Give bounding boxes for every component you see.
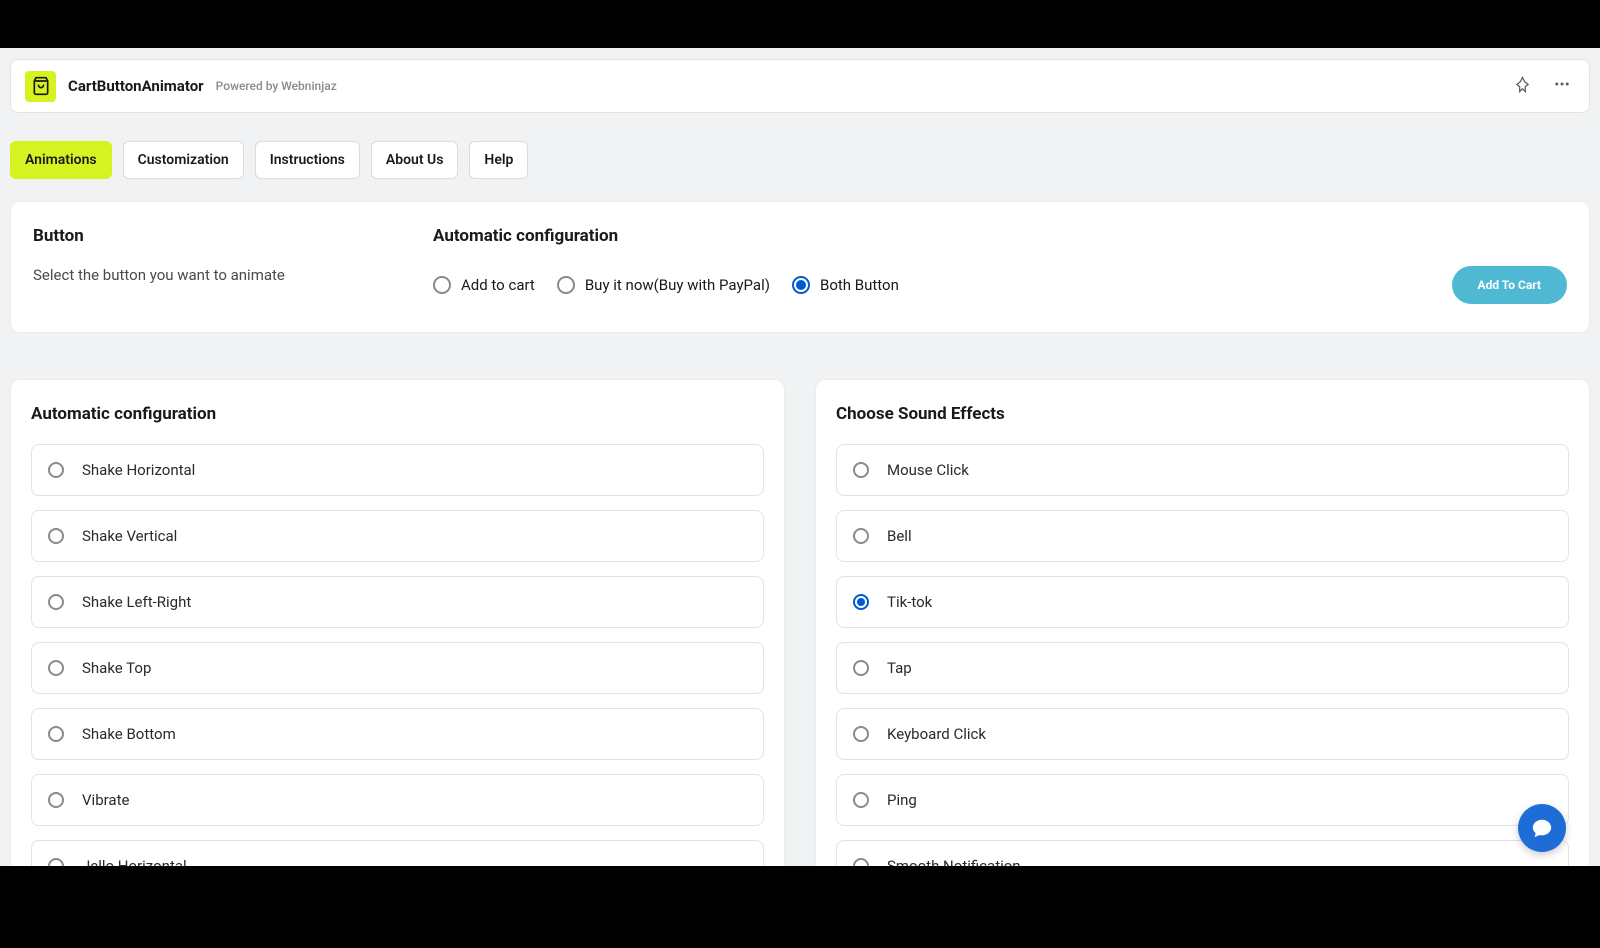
sound-option[interactable]: Mouse Click xyxy=(836,444,1569,496)
radio-icon xyxy=(853,858,869,866)
animation-option[interactable]: Shake Top xyxy=(31,642,764,694)
animation-option-label: Vibrate xyxy=(82,791,129,809)
sound-option[interactable]: Tap xyxy=(836,642,1569,694)
sound-option[interactable]: Smooth Notification xyxy=(836,840,1569,866)
animation-option[interactable]: Shake Horizontal xyxy=(31,444,764,496)
sound-option[interactable]: Bell xyxy=(836,510,1569,562)
animation-option-label: Shake Vertical xyxy=(82,527,177,545)
tabs-row: Animations Customization Instructions About… xyxy=(10,141,1590,179)
auto-config-radio-row: Add to cart Buy it now(Buy with PayPal) Bo… xyxy=(433,266,1567,304)
auto-config-section: Automatic configuration Add to cart Buy i… xyxy=(433,226,1567,304)
radio-label: Buy it now(Buy with PayPal) xyxy=(585,276,770,294)
animation-option-list: Shake Horizontal Shake Vertical Shake Left… xyxy=(31,444,764,866)
button-choice-radio[interactable]: Add to cart xyxy=(433,276,535,294)
radio-icon xyxy=(853,792,869,808)
app-wrapper: CartButtonAnimator Powered by Webninjaz … xyxy=(0,48,1600,866)
radio-icon xyxy=(853,660,869,676)
button-config-card: Button Select the button you want to ani… xyxy=(10,201,1590,333)
pin-button[interactable] xyxy=(1510,72,1535,101)
sound-option-label: Tik-tok xyxy=(887,593,932,611)
shopping-bag-icon xyxy=(31,76,51,96)
tab-about-us[interactable]: About Us xyxy=(371,141,459,179)
chat-bubble-button[interactable] xyxy=(1518,804,1566,852)
button-section-desc: Select the button you want to animate xyxy=(33,266,393,284)
animation-option-label: Shake Left-Right xyxy=(82,593,191,611)
sound-option[interactable]: Tik-tok xyxy=(836,576,1569,628)
app-logo xyxy=(25,71,56,102)
pin-icon xyxy=(1514,76,1531,93)
animation-option[interactable]: Shake Bottom xyxy=(31,708,764,760)
button-section-title: Button xyxy=(33,226,393,246)
radio-icon xyxy=(48,726,64,742)
radio-icon xyxy=(853,462,869,478)
animation-option[interactable]: Shake Vertical xyxy=(31,510,764,562)
radio-icon xyxy=(48,594,64,610)
sound-panel-title: Choose Sound Effects xyxy=(836,404,1569,424)
radio-icon xyxy=(48,528,64,544)
sound-option-label: Bell xyxy=(887,527,912,545)
radio-icon xyxy=(48,858,64,866)
sound-option-label: Smooth Notification xyxy=(887,857,1021,866)
app-title: CartButtonAnimator xyxy=(68,77,204,95)
tab-animations[interactable]: Animations xyxy=(10,141,112,179)
panels-row: Automatic configuration Shake Horizontal… xyxy=(10,379,1590,866)
radio-icon xyxy=(48,462,64,478)
button-section: Button Select the button you want to ani… xyxy=(33,226,393,284)
radio-label: Add to cart xyxy=(461,276,535,294)
button-choice-radio[interactable]: Buy it now(Buy with PayPal) xyxy=(557,276,770,294)
animation-option-label: Shake Top xyxy=(82,659,151,677)
button-choice-radio[interactable]: Both Button xyxy=(792,276,899,294)
powered-by: Powered by Webninjaz xyxy=(216,79,337,93)
radio-icon xyxy=(48,660,64,676)
animation-option[interactable]: Shake Left-Right xyxy=(31,576,764,628)
animation-panel-title: Automatic configuration xyxy=(31,404,764,424)
radio-label: Both Button xyxy=(820,276,899,294)
animation-panel: Automatic configuration Shake Horizontal… xyxy=(10,379,785,866)
sound-option-label: Ping xyxy=(887,791,917,809)
header-right xyxy=(1510,71,1575,101)
animation-option[interactable]: Vibrate xyxy=(31,774,764,826)
radio-icon xyxy=(853,726,869,742)
chat-icon xyxy=(1531,817,1553,839)
sound-panel: Choose Sound Effects Mouse Click Bell Tik-… xyxy=(815,379,1590,866)
app-header-bar: CartButtonAnimator Powered by Webninjaz xyxy=(10,59,1590,113)
tab-instructions[interactable]: Instructions xyxy=(255,141,360,179)
tab-customization[interactable]: Customization xyxy=(123,141,244,179)
preview-add-to-cart-button[interactable]: Add To Cart xyxy=(1452,266,1567,304)
animation-option-label: Shake Bottom xyxy=(82,725,176,743)
dots-horizontal-icon xyxy=(1553,75,1571,93)
radio-icon xyxy=(792,276,810,294)
tab-help[interactable]: Help xyxy=(469,141,528,179)
sound-option-label: Keyboard Click xyxy=(887,725,986,743)
sound-option[interactable]: Ping xyxy=(836,774,1569,826)
radio-icon xyxy=(853,528,869,544)
more-button[interactable] xyxy=(1549,71,1575,101)
auto-config-title: Automatic configuration xyxy=(433,226,1567,246)
sound-option-label: Mouse Click xyxy=(887,461,969,479)
animation-option-label: Jello Horizontal xyxy=(82,857,187,866)
animation-option[interactable]: Jello Horizontal xyxy=(31,840,764,866)
radio-icon xyxy=(48,792,64,808)
sound-option[interactable]: Keyboard Click xyxy=(836,708,1569,760)
header-left: CartButtonAnimator Powered by Webninjaz xyxy=(25,71,337,102)
sound-option-label: Tap xyxy=(887,659,912,677)
radio-icon xyxy=(853,594,869,610)
animation-option-label: Shake Horizontal xyxy=(82,461,195,479)
radio-icon xyxy=(557,276,575,294)
radio-icon xyxy=(433,276,451,294)
sound-option-list: Mouse Click Bell Tik-tok Tap Keyboard Click P… xyxy=(836,444,1569,866)
